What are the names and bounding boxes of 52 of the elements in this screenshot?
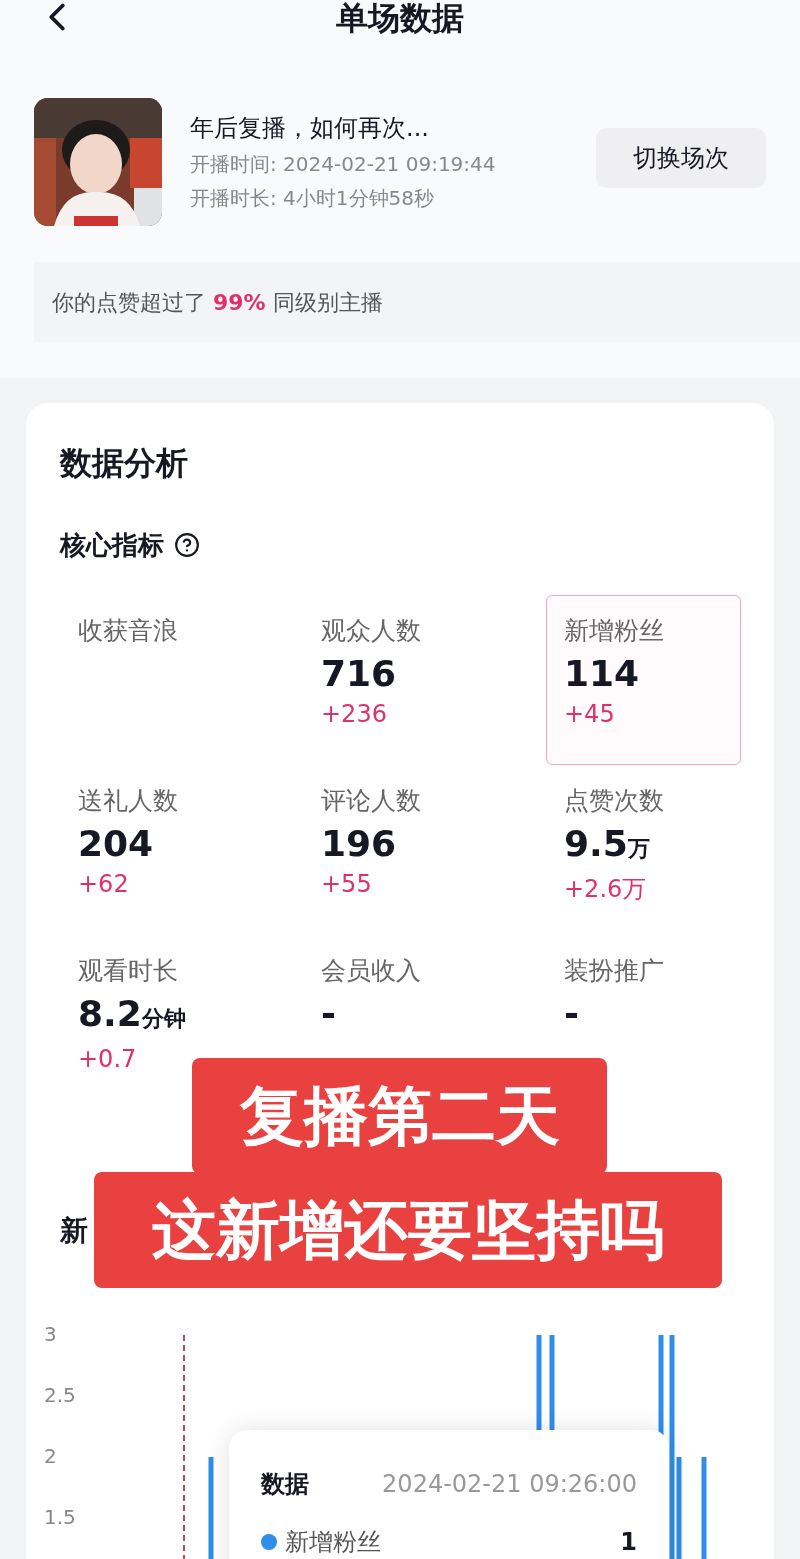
metric-card[interactable]: 收获音浪 [60, 595, 255, 649]
axis-label: 3 [44, 1321, 57, 1346]
session-title: 年后复播，如何再次... [190, 113, 430, 144]
subsection-heading: 核心指标 [60, 529, 164, 562]
metric-label: 送礼人数 [78, 785, 178, 817]
axis-label: 2.5 [44, 1382, 76, 1407]
metric-change: +2.6万 [564, 874, 647, 905]
metric-card[interactable]: 观看时长 8.2分钟 +0.7 [60, 935, 255, 1076]
start-time: 开播时间: 2024-02-21 09:19:44 [190, 151, 496, 178]
metric-label: 收获音浪 [78, 615, 178, 647]
caption-text: 复播第二天 [239, 1078, 560, 1155]
metric-card[interactable]: 新增粉丝 114 +45 [546, 595, 741, 765]
metric-value: 9.5万 [564, 822, 650, 866]
metric-value: 196 [321, 822, 397, 866]
metric-label: 观众人数 [321, 615, 421, 647]
metric-label: 点赞次数 [564, 785, 664, 817]
page-title: 单场数据 [336, 0, 464, 39]
section-heading: 数据分析 [60, 443, 188, 484]
metric-card[interactable]: 评论人数 196 +55 [303, 765, 498, 901]
metric-change: +236 [321, 699, 387, 730]
metric-card[interactable]: 送礼人数 204 +62 [60, 765, 255, 901]
metric-label: 新增粉丝 [564, 615, 664, 647]
metric-label: 评论人数 [321, 785, 421, 817]
tooltip-value: 1 [620, 1527, 637, 1558]
metric-value: 8.2分钟 [78, 992, 186, 1036]
metric-value: 114 [564, 652, 640, 696]
switch-session-button[interactable]: 切换场次 [596, 128, 766, 188]
help-icon[interactable] [174, 532, 200, 558]
axis-label: 2 [44, 1443, 57, 1468]
metric-label: 观看时长 [78, 955, 178, 987]
caption-text: 这新增还要坚持吗 [152, 1192, 664, 1269]
ranking-banner: 你的点赞超过了 99% 同级别主播 [34, 262, 800, 342]
metric-card[interactable]: 装扮推广 - [546, 935, 741, 1037]
chart-title: 新 [60, 1213, 88, 1249]
metric-change: +0.7 [78, 1044, 137, 1075]
metric-value: 716 [321, 652, 397, 696]
metric-value: - [321, 992, 336, 1036]
metric-value: 204 [78, 822, 154, 866]
metric-label: 会员收入 [321, 955, 421, 987]
live-duration: 开播时长: 4小时1分钟58秒 [190, 185, 435, 212]
tooltip-time: 2024-02-21 09:26:00 [382, 1469, 637, 1500]
metric-change: +55 [321, 869, 372, 900]
axis-label: 1.5 [44, 1504, 76, 1529]
metric-label: 装扮推广 [564, 955, 664, 987]
metric-change: +62 [78, 869, 129, 900]
tooltip-series: 新增粉丝 [285, 1527, 381, 1558]
metric-change: +45 [564, 699, 615, 730]
metric-card[interactable]: 观众人数 716 +236 [303, 595, 498, 731]
tooltip-title: 数据 [261, 1469, 309, 1500]
metric-value: - [564, 992, 579, 1036]
metric-card[interactable]: 点赞次数 9.5万 +2.6万 [546, 765, 741, 906]
metric-card[interactable]: 会员收入 - [303, 935, 498, 1037]
